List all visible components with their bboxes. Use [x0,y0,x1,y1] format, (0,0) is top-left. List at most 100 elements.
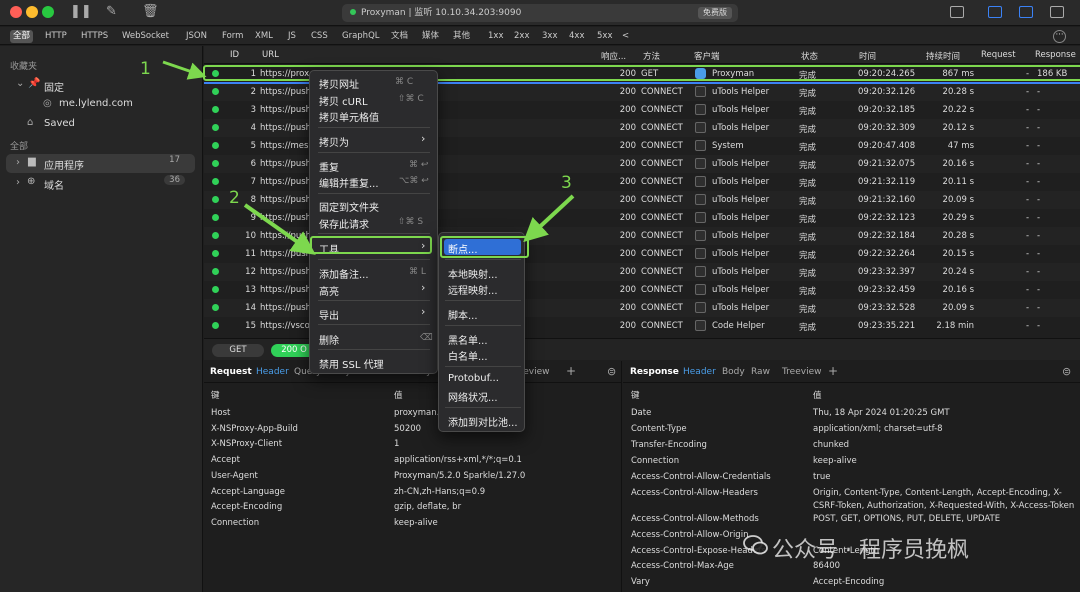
menu-item-add-diff[interactable]: 添加到对比池... [448,414,518,429]
more-options-icon[interactable]: ··· [1053,30,1066,43]
col-id[interactable]: ID [230,50,239,60]
options-icon[interactable]: ⊜ [607,365,616,378]
sidebar-toggle-icon[interactable] [988,6,1002,18]
trash-icon[interactable]: 🗑 [142,4,159,19]
response-header-key: Vary [631,577,650,587]
menu-item-copy-curl[interactable]: 拷贝 cURL [319,93,368,108]
tab-response-body[interactable]: Body [722,367,745,377]
filter-collapse[interactable]: < [619,30,632,43]
menu-item-copy-url[interactable]: 拷贝网址 [319,76,359,91]
filter-https[interactable]: HTTPS [78,30,111,43]
col-request[interactable]: Request [981,50,1016,60]
filter-2xx[interactable]: 2xx [511,30,532,43]
pause-icon[interactable]: ❚❚ [70,4,92,19]
cell-status: 完成 [799,125,817,135]
filter-websocket[interactable]: WebSocket [119,30,172,43]
cell-client: System [712,141,744,151]
menu-item-blacklist[interactable]: 黑名单... [448,332,488,347]
filter-5xx[interactable]: 5xx [594,30,615,43]
client-app-icon [695,122,706,133]
cell-url: https://push [260,123,312,133]
filter-other[interactable]: 其他 [450,30,473,43]
col-response-code[interactable]: 响应... [601,50,626,62]
filter-graphql[interactable]: GraphQL [339,30,383,43]
chevron-right-icon[interactable]: › [16,177,20,188]
filter-json[interactable]: JSON [183,30,210,43]
filter-js[interactable]: JS [285,30,299,43]
sidebar-item-saved[interactable]: Saved [44,118,75,129]
menu-item-highlight[interactable]: 高亮 [319,283,339,298]
filter-4xx[interactable]: 4xx [566,30,587,43]
sidebar-item-apps[interactable]: › ▆ 应用程序 17 [6,154,195,173]
tab-response-treeview[interactable]: Treeview [782,367,821,377]
filter-all[interactable]: 全部 [10,30,34,43]
menu-item-whitelist[interactable]: 白名单... [448,348,488,363]
filter-3xx[interactable]: 3xx [539,30,560,43]
filter-docs[interactable]: 文档 [388,30,411,43]
menu-item-script[interactable]: 脚本... [448,307,478,322]
right-panel-toggle-icon[interactable] [1050,6,1064,18]
col-method[interactable]: 方法 [643,50,660,62]
add-tab-icon[interactable]: + [566,364,576,378]
col-time[interactable]: 时间 [859,50,876,62]
menu-item-export[interactable]: 导出 [319,307,339,322]
filter-http[interactable]: HTTP [42,30,70,43]
filter-1xx[interactable]: 1xx [485,30,506,43]
menu-item-copy-as[interactable]: 拷贝为 [319,134,349,149]
col-url[interactable]: URL [262,50,279,60]
free-version-badge[interactable]: 免费版 [698,7,732,19]
bottom-panel-toggle-icon[interactable] [1019,6,1033,18]
cell-time: 09:23:35.221 [858,321,916,331]
cell-duration: 20.11 s [942,177,974,187]
status-dot-icon [350,9,356,15]
filter-form[interactable]: Form [219,30,246,43]
cell-client: uTools Helper [712,285,770,295]
menu-item-pin-folder[interactable]: 固定到文件夹 [319,199,379,214]
response-header-value: keep-alive [813,456,857,466]
minimize-window-button[interactable] [26,6,38,18]
sidebar-item-pinned[interactable]: 固定 [44,79,64,94]
menu-item-edit-repeat[interactable]: 编辑并重复... [319,175,379,190]
close-window-button[interactable] [10,6,22,18]
tab-response-raw[interactable]: Raw [751,367,770,377]
tab-request-header[interactable]: Header [256,367,289,377]
menu-item-map-remote[interactable]: 远程映射... [448,282,498,297]
add-tab-icon[interactable]: + [828,364,838,378]
col-status[interactable]: 状态 [801,50,818,62]
chevron-right-icon[interactable]: › [16,157,20,168]
menu-item-add-note[interactable]: 添加备注... [319,266,369,281]
menu-item-copy-cell[interactable]: 拷贝单元格值 [319,109,379,124]
cell-time: 09:22:32.184 [858,231,916,241]
menu-item-delete[interactable]: 删除 [319,332,339,347]
zoom-window-button[interactable] [42,6,54,18]
cell-response: - [1037,285,1041,295]
col-client[interactable]: 客户端 [694,50,720,62]
cell-method: CONNECT [641,105,683,115]
menu-item-disable-ssl[interactable]: 禁用 SSL 代理 [319,356,384,371]
filter-xml[interactable]: XML [252,30,276,43]
method-pill[interactable]: GET [212,344,264,357]
sidebar-item-pinned-host[interactable]: me.lylend.com [59,98,133,109]
menu-item-save-request[interactable]: 保存此请求 [319,216,369,231]
tab-response-header[interactable]: Header [683,367,716,377]
menu-item-repeat[interactable]: 重复 [319,159,339,174]
menu-item-map-local[interactable]: 本地映射... [448,266,498,281]
cell-time: 09:20:32.309 [858,123,916,133]
filter-media[interactable]: 媒体 [419,30,442,43]
cell-duration: 20.16 s [942,159,974,169]
status-dot-icon [212,178,219,185]
wechat-icon [743,535,768,555]
options-icon[interactable]: ⊜ [1062,365,1071,378]
col-duration[interactable]: 持续时间 [926,50,960,62]
context-menu: 拷贝网址 ⌘ C 拷贝 cURL ⇧⌘ C 拷贝单元格值 拷贝为 › 重复 ⌘ … [309,70,438,374]
response-header-key: Content-Type [631,424,687,434]
menu-item-network-conditions[interactable]: 网络状况... [448,389,498,404]
col-response[interactable]: Response [1035,50,1076,60]
filter-css[interactable]: CSS [308,30,331,43]
status-dot-icon [212,286,219,293]
chevron-down-icon[interactable]: ⌄ [16,78,24,89]
sidebar-item-domains[interactable]: › ⊕ 域名 36 [6,174,195,193]
menu-item-protobuf[interactable]: Protobuf... [448,373,499,384]
compose-icon[interactable]: ✎ [106,4,117,19]
window-layout-icon[interactable] [950,6,964,18]
